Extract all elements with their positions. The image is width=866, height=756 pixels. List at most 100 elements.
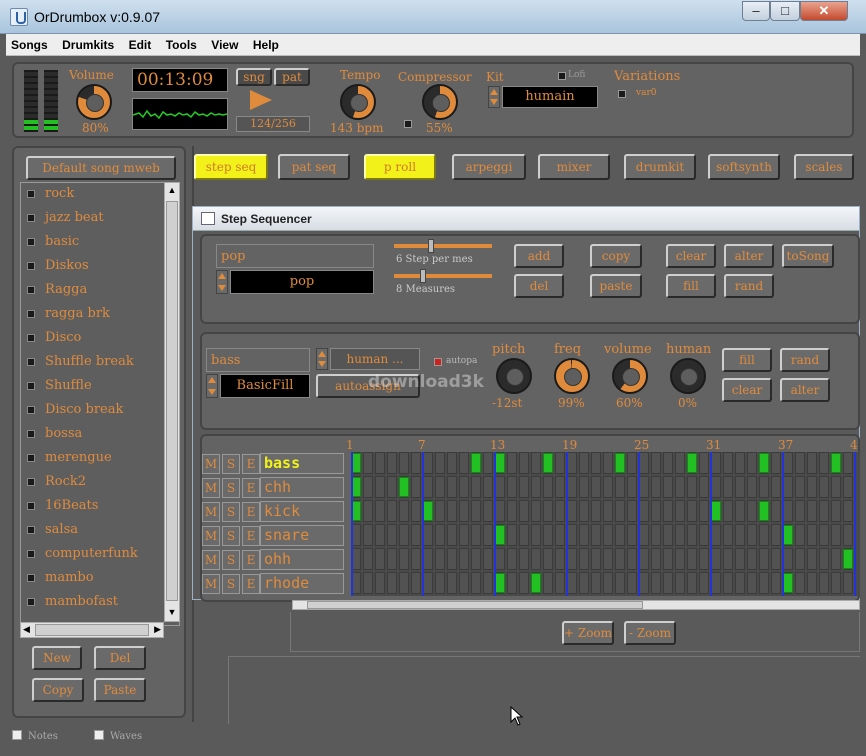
grid-cell[interactable] [555, 500, 565, 522]
grid-cell[interactable] [507, 572, 517, 594]
grid-cell[interactable] [531, 524, 541, 546]
grid-cell[interactable] [675, 500, 685, 522]
track-s-button[interactable]: S [222, 526, 240, 546]
del-button[interactable]: del [514, 274, 564, 298]
grid-cell[interactable] [531, 452, 541, 474]
grid-cell[interactable] [399, 572, 409, 594]
grid-cell[interactable] [795, 524, 805, 546]
grid-cell[interactable] [723, 524, 733, 546]
grid-cell[interactable] [711, 452, 721, 474]
hscroll-thumb[interactable] [35, 624, 149, 636]
grid-cell[interactable] [639, 476, 649, 498]
grid-cell[interactable] [387, 476, 397, 498]
song-checkbox[interactable] [27, 334, 35, 342]
grid-cell[interactable] [615, 548, 625, 570]
grid-cell[interactable] [423, 572, 433, 594]
grid-cell[interactable] [747, 476, 757, 498]
grid-cell[interactable] [447, 476, 457, 498]
grid-cell[interactable] [363, 500, 373, 522]
grid-note[interactable] [687, 453, 697, 473]
play-icon[interactable] [250, 90, 272, 110]
grid-cell[interactable] [543, 572, 553, 594]
grid-cell[interactable] [567, 548, 577, 570]
grid-cell[interactable] [603, 476, 613, 498]
grid-cell[interactable] [399, 452, 409, 474]
grid-cell[interactable] [711, 572, 721, 594]
grid-cell[interactable] [699, 524, 709, 546]
grid-cell[interactable] [759, 572, 769, 594]
grid-cell[interactable] [627, 476, 637, 498]
tab-drumkit[interactable]: drumkit [624, 154, 696, 180]
pattern-spinner[interactable] [216, 270, 228, 294]
tempo-knob[interactable] [340, 84, 376, 120]
track-e-button[interactable]: E [242, 526, 260, 546]
pattern-field[interactable]: pop [230, 270, 374, 294]
rand-button[interactable]: rand [724, 274, 774, 298]
grid-cell[interactable] [687, 524, 697, 546]
grid-cell[interactable] [819, 476, 829, 498]
grid-cell[interactable] [579, 452, 589, 474]
menu-tools[interactable]: Tools [161, 34, 202, 52]
grid-cell[interactable] [675, 524, 685, 546]
grid-cell[interactable] [831, 500, 841, 522]
scroll-left-icon[interactable]: ◀ [23, 624, 30, 635]
grid-cell[interactable] [615, 524, 625, 546]
scroll-up-icon[interactable]: ▲ [166, 185, 178, 197]
track-m-button[interactable]: M [202, 454, 220, 474]
grid-cell[interactable] [447, 452, 457, 474]
grid-cell[interactable] [843, 476, 853, 498]
compressor-knob[interactable] [422, 84, 458, 120]
song-title-button[interactable]: Default song mweb [26, 156, 176, 180]
tab-pat-seq[interactable]: pat seq [278, 154, 350, 180]
grid-cell[interactable] [579, 572, 589, 594]
kit-spinner[interactable] [488, 86, 500, 108]
grid-cell[interactable] [735, 524, 745, 546]
grid-cell[interactable] [507, 452, 517, 474]
song-list-item[interactable]: Ragga [21, 279, 179, 303]
song-list-scrollbar[interactable]: ▲ ▼ [164, 182, 180, 622]
grid-cell[interactable] [675, 476, 685, 498]
track-name-label[interactable]: chh [260, 477, 344, 498]
song-checkbox[interactable] [27, 526, 35, 534]
song-checkbox[interactable] [27, 598, 35, 606]
grid-cell[interactable] [711, 476, 721, 498]
song-list-item[interactable]: rock [21, 183, 179, 207]
menu-drumkits[interactable]: Drumkits [57, 34, 119, 52]
grid-cell[interactable] [519, 572, 529, 594]
song-checkbox[interactable] [27, 286, 35, 294]
track-m-button[interactable]: M [202, 502, 220, 522]
grid-cell[interactable] [447, 524, 457, 546]
grid-cell[interactable] [723, 476, 733, 498]
grid-cell[interactable] [459, 572, 469, 594]
step-sequencer-titlebar[interactable]: Step Sequencer [193, 207, 859, 231]
grid-note[interactable] [495, 525, 505, 545]
grid-note[interactable] [543, 453, 553, 473]
grid-cell[interactable] [759, 524, 769, 546]
instrument-field[interactable]: human ... [330, 348, 420, 370]
grid-cell[interactable] [459, 548, 469, 570]
grid-cell[interactable] [843, 452, 853, 474]
song-checkbox[interactable] [27, 190, 35, 198]
grid-note[interactable] [471, 453, 481, 473]
grid-cell[interactable] [375, 524, 385, 546]
grid-hscrollbar[interactable] [292, 600, 860, 610]
grid-cell[interactable] [531, 548, 541, 570]
grid-cell[interactable] [675, 452, 685, 474]
song-list-item[interactable]: basic [21, 231, 179, 255]
song-checkbox[interactable] [27, 430, 35, 438]
grid-cell[interactable] [831, 476, 841, 498]
grid-cell[interactable] [663, 476, 673, 498]
grid-cell[interactable] [843, 524, 853, 546]
grid-cell[interactable] [735, 500, 745, 522]
grid-cell[interactable] [363, 476, 373, 498]
grid-cell[interactable] [555, 572, 565, 594]
grid-cell[interactable] [591, 452, 601, 474]
grid-cell[interactable] [495, 476, 505, 498]
grid-cell[interactable] [411, 572, 421, 594]
grid-cell[interactable] [651, 452, 661, 474]
grid-cell[interactable] [555, 476, 565, 498]
track-clear-button[interactable]: clear [722, 378, 772, 402]
track-field[interactable]: BasicFill [220, 374, 310, 398]
grid-cell[interactable] [435, 524, 445, 546]
grid-cell[interactable] [807, 452, 817, 474]
